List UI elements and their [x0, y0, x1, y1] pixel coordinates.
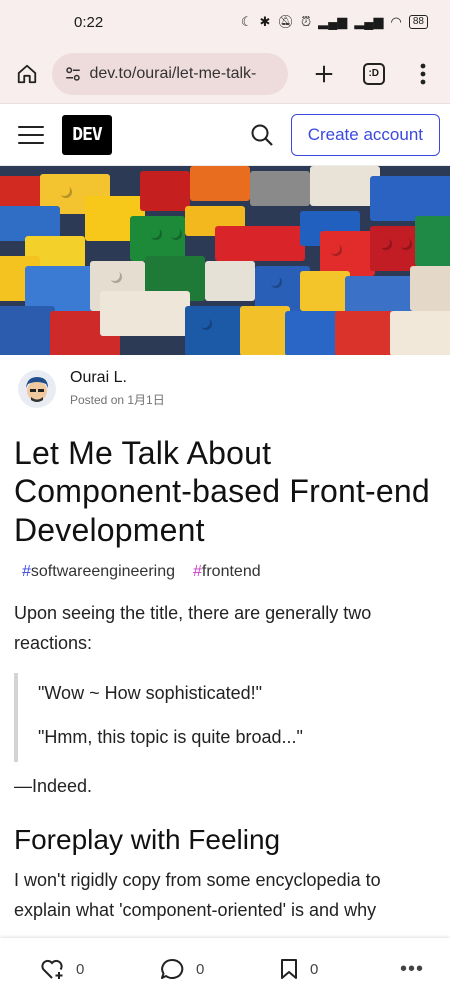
comment-icon	[161, 958, 184, 979]
author-name[interactable]: Ourai L.	[70, 369, 165, 387]
article-body: Upon seeing the title, there are general…	[0, 599, 450, 925]
browser-toolbar: dev.to/ourai/let-me-talk- :D	[0, 44, 450, 104]
wifi-icon: ◠	[390, 14, 402, 29]
bluetooth-icon: ✱	[259, 14, 271, 29]
signal-icon: ▂▄▆	[318, 14, 348, 29]
more-vertical-icon	[420, 63, 426, 84]
search-button[interactable]	[247, 120, 277, 150]
tag-softwareengineering[interactable]: #softwareengineering	[22, 563, 175, 581]
bookmark-button[interactable]: 0	[280, 958, 400, 980]
cover-image	[0, 166, 450, 355]
site-settings-icon[interactable]	[64, 65, 82, 83]
more-options-button[interactable]: •••	[400, 958, 424, 981]
status-icons: ☾ ✱ 🔕︎ ⏰︎ ▂▄▆ ▂▄▆ ◠ 88	[241, 14, 428, 30]
tag-label: softwareengineering	[30, 563, 175, 581]
posted-date: Posted on 1月1日	[70, 393, 165, 407]
quote-line: "Wow ~ How sophisticated!"	[38, 682, 263, 703]
status-bar: 0:22 ☾ ✱ 🔕︎ ⏰︎ ▂▄▆ ▂▄▆ ◠ 88	[0, 0, 450, 44]
article-title: Let Me Talk About Component-based Front-…	[14, 435, 430, 548]
author-block: Ourai L. Posted on 1月1日	[0, 355, 450, 408]
comment-count: 0	[196, 960, 205, 978]
section-paragraph: I won't rigidly copy from some encyclope…	[14, 869, 381, 920]
new-tab-button[interactable]	[310, 59, 340, 89]
bookmark-icon	[281, 959, 297, 979]
tag-frontend[interactable]: #frontend	[193, 563, 261, 581]
comment-button[interactable]: 0	[160, 958, 280, 980]
create-account-button[interactable]: Create account	[290, 113, 440, 156]
tag-hash: #	[22, 563, 31, 581]
home-button[interactable]	[12, 59, 42, 89]
status-time: 0:22	[74, 13, 104, 31]
bookmark-count: 0	[310, 960, 319, 978]
hamburger-icon	[18, 125, 44, 128]
quote-line: "Hmm, this topic is quite broad..."	[38, 727, 303, 748]
dev-logo[interactable]: DEV	[62, 114, 112, 155]
site-header: DEV Create account	[0, 104, 450, 166]
alarm-icon: ⏰︎	[300, 14, 312, 29]
reaction-count: 0	[76, 960, 85, 978]
heart-plus-icon	[41, 959, 63, 979]
indeed-paragraph: —Indeed.	[14, 776, 93, 797]
blockquote: "Wow ~ How sophisticated!" "Hmm, this to…	[14, 672, 436, 763]
tab-switcher-button[interactable]: :D	[359, 59, 389, 89]
battery-icon: 88	[408, 15, 428, 29]
mute-icon: 🔕︎	[277, 14, 294, 29]
avatar-image	[26, 376, 48, 402]
browser-menu-button[interactable]	[409, 59, 439, 89]
avatar[interactable]	[18, 369, 56, 408]
tag-hash: #	[193, 563, 202, 581]
signal-icon-2: ▂▄▆	[354, 14, 384, 29]
url-bar[interactable]: dev.to/ourai/let-me-talk-	[51, 52, 288, 95]
url-text: dev.to/ourai/let-me-talk-	[89, 64, 257, 82]
section-heading: Foreplay with Feeling	[14, 823, 281, 855]
tag-label: frontend	[201, 563, 261, 581]
home-icon	[17, 64, 36, 83]
moon-icon: ☾	[240, 14, 253, 29]
article-actions-bar: 0 0 0 •••	[0, 938, 450, 1000]
reaction-button[interactable]: 0	[40, 958, 160, 980]
tag-list: #softwareengineering #frontend	[0, 549, 450, 581]
intro-paragraph: Upon seeing the title, there are general…	[14, 603, 372, 653]
tabs-count: :D	[362, 62, 385, 85]
menu-button[interactable]	[18, 125, 44, 144]
search-icon	[251, 124, 273, 146]
plus-icon	[316, 65, 333, 82]
